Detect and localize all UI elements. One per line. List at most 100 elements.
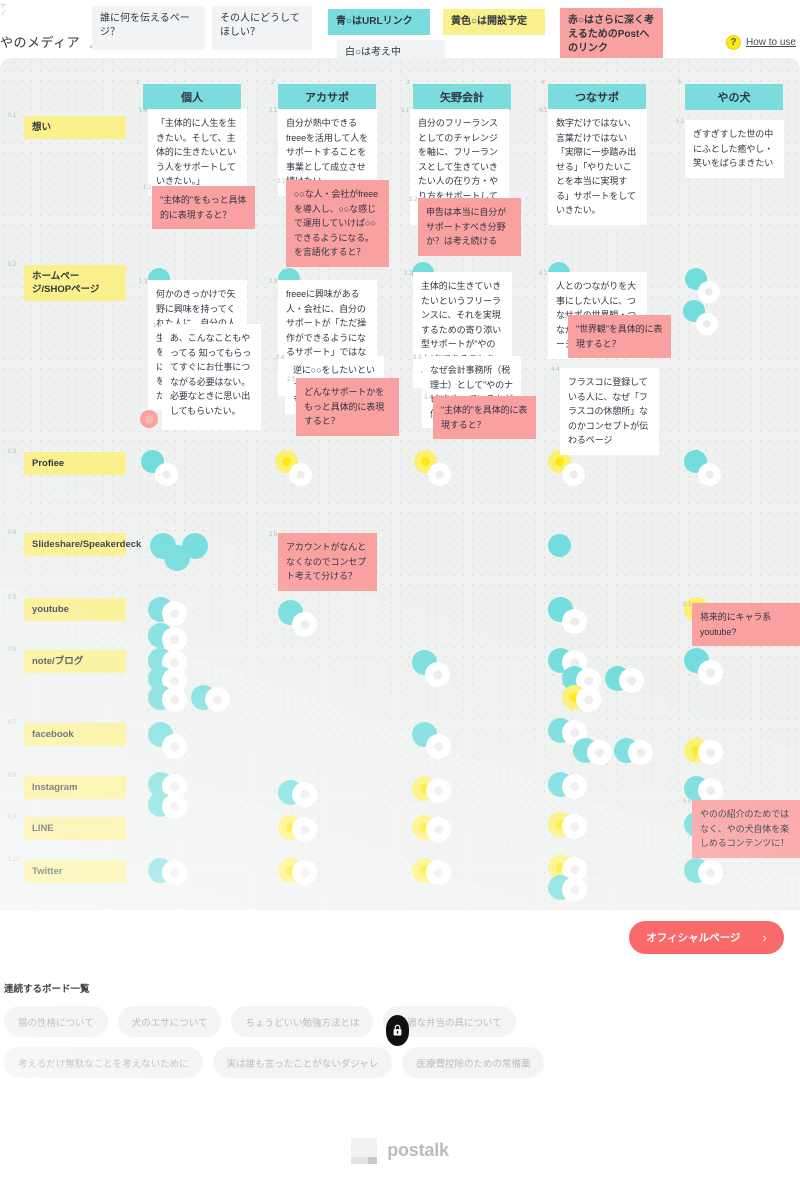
postalk-brand-name: postalk (387, 1140, 449, 1160)
dot-marker-white[interactable] (162, 601, 187, 626)
dot-marker-pink[interactable] (140, 410, 158, 428)
board-canvas[interactable]: 1 個人 2 アカサポ 3 矢野会計 4 つなサポ 5 やの犬 0.1 想い 0.2 ホームページ/SH… (0, 58, 800, 910)
sticky-note[interactable]: やのの紹介のためではなく、やの犬自体を楽しめるコンテンツに！ (692, 800, 800, 858)
dot-marker-white[interactable] (698, 463, 721, 486)
sticky-note[interactable]: ぎすぎすした世の中にふとした癒やし・笑いをばらまきたい (685, 120, 784, 178)
cell-id: 0.10 (8, 857, 20, 863)
dot-marker-white[interactable] (698, 740, 723, 765)
footer: postalk (0, 1100, 800, 1201)
dot-marker-white[interactable] (292, 612, 317, 637)
legend-note[interactable]: 黄色○は開設予定 (443, 9, 545, 35)
row-header[interactable]: Instagram (24, 776, 126, 799)
column-header[interactable]: やの犬 (685, 84, 783, 110)
dot-marker-white[interactable] (292, 782, 317, 807)
row-header[interactable]: Slideshare/Speakerdeck (24, 533, 141, 556)
cell-id: 2.5 (287, 377, 296, 383)
sticky-note[interactable]: 申告は本当に自分がサポートすべき分野か？は考え続ける (418, 198, 521, 256)
sticky-note[interactable]: アカウントがなんとなくなのでコンセプト考えて分ける？ (278, 533, 377, 591)
column-header[interactable]: つなサポ (548, 84, 646, 110)
dot-marker-white[interactable] (426, 734, 451, 759)
dot-marker-white[interactable] (162, 794, 187, 819)
dot-marker-white[interactable] (587, 740, 612, 765)
dot-marker-white[interactable] (562, 463, 585, 486)
cell-id: 3.3 (413, 355, 422, 361)
related-board-chip[interactable]: ちょうどいい勉強方法とは (231, 1006, 374, 1037)
cell-id: 0.9 (8, 814, 17, 820)
dot-marker-white[interactable] (292, 817, 317, 842)
row-header[interactable]: youtube (24, 598, 126, 621)
cell-id: 5.1 (676, 119, 685, 125)
column-header[interactable]: アカサポ (278, 84, 376, 110)
dot-marker-white[interactable] (698, 281, 720, 303)
legend-note[interactable]: その人にどうしてほしい？ (212, 6, 312, 50)
sticky-note[interactable]: 「主体的に人生を生きたい。そして、主体的に生きたいという人をサポートしていきたい… (148, 109, 247, 196)
how-to-use-link[interactable]: ? How to use (725, 35, 796, 50)
sticky-note[interactable]: フラスコに登録している人に、なぜ「フラスコの休憩所」なのかコンセプトが伝わるペー… (560, 368, 659, 455)
dot-marker-white[interactable] (562, 814, 587, 839)
row-header[interactable]: ホームページ/SHOPページ (24, 265, 126, 301)
cell-id: 4.1 (539, 108, 548, 114)
dot-marker-cyan[interactable] (182, 533, 208, 559)
column-header[interactable]: 個人 (143, 84, 241, 110)
dot-marker-white[interactable] (292, 860, 317, 885)
related-board-chip[interactable]: 医療費控除のための常備薬 (402, 1047, 545, 1078)
row-header[interactable]: facebook (24, 723, 126, 746)
dot-marker-white[interactable] (628, 740, 653, 765)
help-icon: ? (725, 35, 741, 50)
cell-id: 4.2 (539, 271, 548, 277)
cell-id: 2.3 (269, 279, 278, 285)
sticky-note[interactable]: どんなサポートかをもっと具体的に表現すると？ (296, 378, 399, 436)
dot-marker-white[interactable] (696, 313, 718, 335)
dot-marker-white[interactable] (426, 860, 451, 885)
dot-marker-white[interactable] (162, 734, 187, 759)
cell-id: 3 (406, 80, 410, 86)
related-board-chip[interactable]: 実は誰も言ったことがないダジャレ (212, 1047, 393, 1078)
dot-marker-white[interactable] (428, 463, 451, 486)
cell-id: 1 (136, 80, 140, 86)
dot-marker-white[interactable] (426, 817, 451, 842)
row-header[interactable]: LINE (24, 817, 126, 840)
row-header[interactable]: Profiee (24, 452, 126, 475)
sticky-note[interactable]: "主体的"を具体的に表現すると？ (433, 396, 536, 439)
sticky-note[interactable]: あ、こんなこともやってる 知ってもらってすぐにお仕事につながる必要はない。必要な… (162, 324, 261, 430)
dot-marker-white[interactable] (698, 660, 723, 685)
dot-marker-white[interactable] (576, 687, 601, 712)
row-header[interactable]: 想い (24, 116, 126, 139)
dot-marker-white[interactable] (562, 774, 587, 799)
related-board-chip[interactable]: 考えるだけ無駄なことを考えないために (4, 1047, 203, 1078)
dot-marker-white[interactable] (426, 778, 451, 803)
cell-id: 2 (271, 80, 275, 86)
row-header[interactable]: Twitter (24, 860, 126, 883)
official-page-button[interactable]: オフィシャルページ › (629, 921, 784, 954)
dot-marker-cyan[interactable] (548, 534, 571, 557)
sticky-note[interactable]: 将来的にキャラ系youtube? (692, 603, 800, 646)
related-board-chip[interactable]: 犬のエサについて (117, 1006, 222, 1037)
cell-id: 0.5 (8, 595, 17, 601)
sticky-note[interactable]: ○○な人・会社がfreeeを導入し、○○な感じで運用していけば○○できるようにな… (286, 180, 389, 267)
dot-marker-white[interactable] (155, 463, 178, 486)
dot-marker-white[interactable] (698, 860, 723, 885)
related-board-chip[interactable]: 猫の性格について (4, 1006, 108, 1037)
sticky-note[interactable]: 数字だけではない、言葉だけではない「実際に一歩踏み出せる」「やりたいことを本当に… (548, 109, 647, 225)
dot-marker-white[interactable] (289, 463, 312, 486)
dot-marker-white[interactable] (562, 877, 587, 902)
cell-id: 1.2 (143, 185, 152, 191)
cell-id: 0.3 (8, 449, 17, 455)
legend-note[interactable]: 青○はURLリンク (328, 9, 430, 35)
dot-marker-white[interactable] (562, 609, 587, 634)
official-page-label: オフィシャルページ (646, 932, 741, 944)
dot-marker-white[interactable] (619, 668, 644, 693)
dot-marker-white[interactable] (162, 860, 187, 885)
dot-marker-white[interactable] (162, 687, 187, 712)
dot-marker-white[interactable] (425, 662, 450, 687)
dot-marker-white[interactable] (205, 687, 230, 712)
cell-id: 0.8 (8, 773, 17, 779)
column-header[interactable]: 矢野会計 (413, 84, 511, 110)
legend-note[interactable]: 誰に何を伝えるページ？ (92, 6, 205, 50)
sticky-note[interactable]: "主体的"をもっと具体的に表現すると？ (152, 186, 255, 229)
row-header[interactable]: note/ブログ (24, 650, 126, 673)
cell-id: 3.2 (409, 197, 418, 203)
sticky-note[interactable]: "世界観"を具体的に表現すると？ (568, 315, 671, 358)
cell-id: 2.2 (277, 179, 286, 185)
legend-note[interactable]: 赤○はさらに深く考えるためのPostへのリンク (560, 8, 663, 62)
